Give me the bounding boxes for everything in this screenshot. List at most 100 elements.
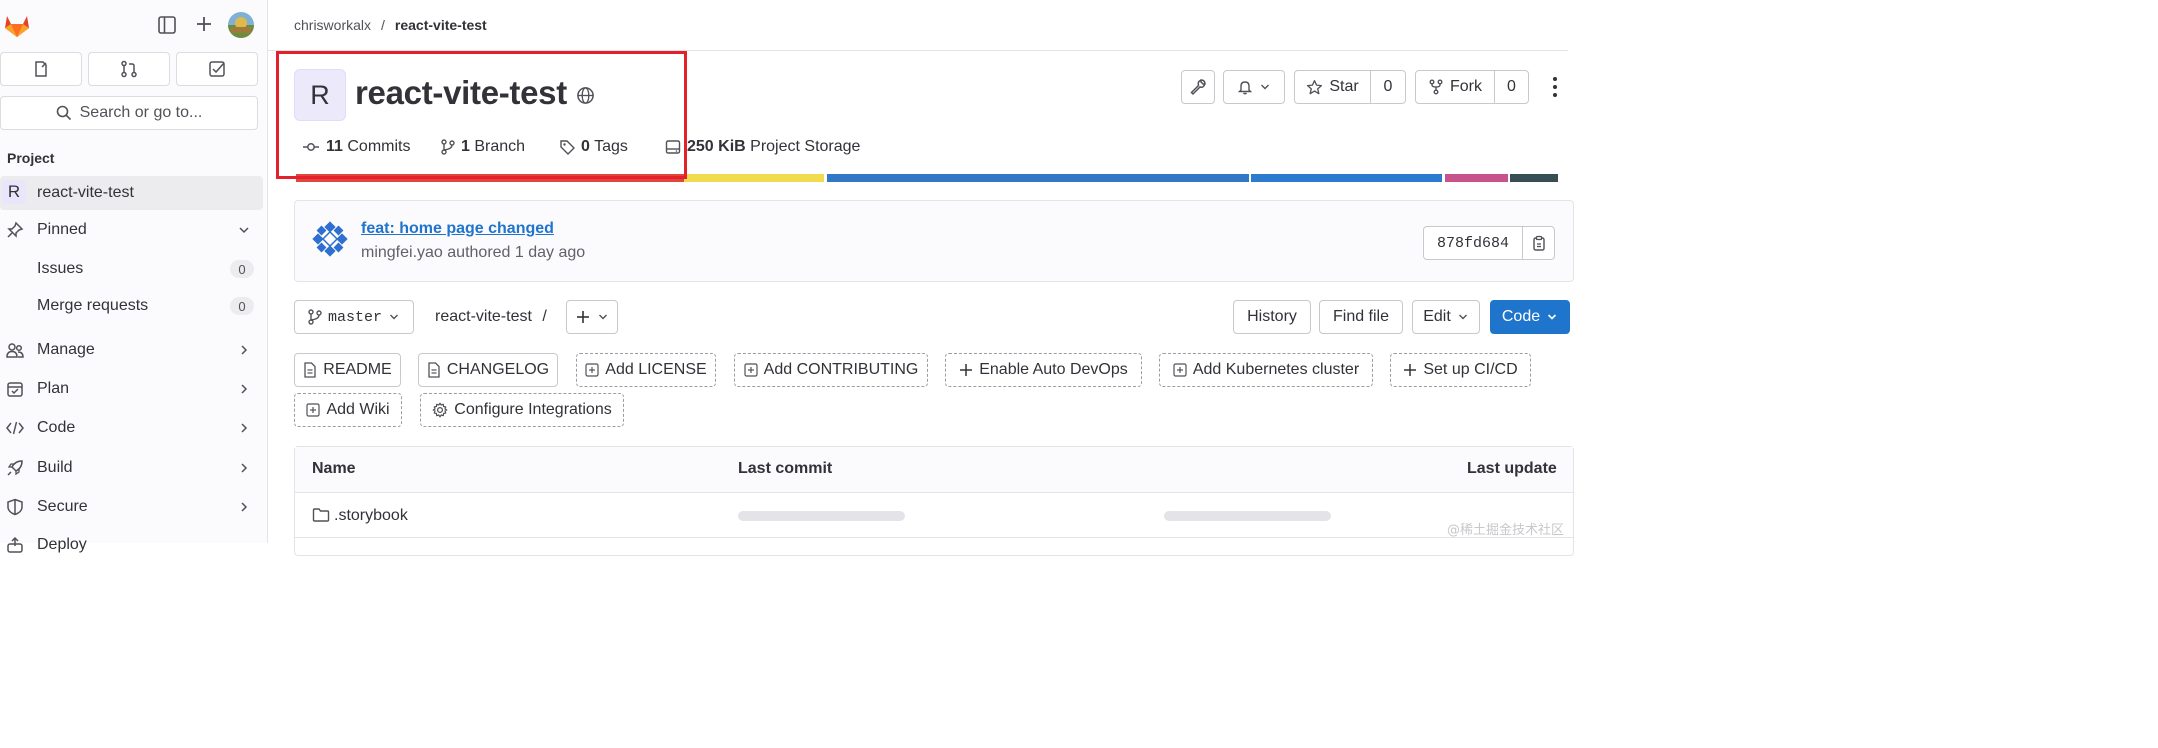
sidebar-section-project: Project: [7, 150, 55, 166]
fork-label: Fork: [1450, 78, 1482, 95]
plus-icon: [577, 311, 589, 323]
language-bar-segment[interactable]: [1510, 174, 1558, 182]
user-avatar[interactable]: [228, 12, 254, 38]
file-tree-table: Name Last commit Last update .storybook: [294, 446, 1574, 556]
add-license-label: Add LICENSE: [605, 361, 707, 378]
language-bar-segment[interactable]: [1251, 174, 1442, 182]
edit-dropdown-button[interactable]: Edit: [1412, 300, 1480, 334]
storage-stat-link[interactable]: 250 KiB Project Storage: [665, 138, 860, 156]
fork-count-button[interactable]: 0: [1495, 70, 1529, 104]
sidebar-item-label: Code: [37, 419, 76, 436]
breadcrumb-project-link[interactable]: react-vite-test: [395, 17, 487, 33]
repo-path-breadcrumb: react-vite-test /: [435, 308, 547, 326]
sidebar-item-issues[interactable]: Issues 0: [0, 252, 263, 286]
configure-integrations-button[interactable]: Configure Integrations: [420, 393, 624, 427]
commit-title-link[interactable]: feat: home page changed: [361, 220, 554, 238]
add-wiki-button[interactable]: Add Wiki: [294, 393, 402, 427]
sidebar-item-merge-requests[interactable]: Merge requests 0: [0, 289, 263, 323]
breadcrumb-namespace-link[interactable]: chrisworkalx: [294, 17, 371, 33]
plus-icon: [1404, 364, 1417, 376]
language-bar-segment[interactable]: [827, 174, 1249, 182]
chevron-right-icon: [241, 384, 248, 394]
column-header-last-update: Last update: [1467, 460, 1557, 477]
sidebar-item-code[interactable]: Code: [0, 411, 263, 445]
code-dropdown-button[interactable]: Code: [1490, 300, 1570, 334]
language-bar-segment[interactable]: [684, 174, 824, 182]
assigned-issues-button[interactable]: [0, 52, 82, 86]
sidebar-item-label: Plan: [37, 380, 70, 397]
create-new-icon[interactable]: [192, 12, 216, 36]
gitlab-logo-icon[interactable]: [2, 10, 32, 40]
commit-author-link[interactable]: mingfei.yao: [361, 244, 443, 261]
language-bar-segment[interactable]: [1445, 174, 1508, 182]
calendar-icon: [7, 382, 23, 397]
changelog-link-button[interactable]: CHANGELOG: [418, 353, 558, 387]
add-wiki-label: Add Wiki: [326, 401, 390, 418]
sidebar-item-build[interactable]: Build: [0, 451, 263, 485]
table-row[interactable]: .storybook: [295, 494, 1573, 538]
enable-auto-devops-button[interactable]: Enable Auto DevOps: [945, 353, 1142, 387]
fork-icon: [1429, 79, 1443, 95]
repo-path-separator: /: [542, 308, 547, 325]
copy-sha-button[interactable]: [1522, 226, 1555, 260]
branch-icon: [308, 309, 322, 325]
plus-square-icon: [744, 363, 758, 377]
branch-selector-dropdown[interactable]: master: [294, 300, 414, 334]
setup-ci-cd-label: Set up CI/CD: [1423, 361, 1518, 378]
notifications-dropdown-button[interactable]: [1223, 70, 1285, 104]
repo-path-root-link[interactable]: react-vite-test: [435, 308, 532, 325]
merge-requests-button[interactable]: [88, 52, 170, 86]
users-icon: [6, 343, 24, 358]
sidebar-item-project[interactable]: R react-vite-test: [0, 176, 263, 210]
fork-button[interactable]: Fork: [1415, 70, 1495, 104]
file-icon: [304, 362, 316, 378]
edit-label: Edit: [1423, 308, 1451, 325]
file-name-link[interactable]: .storybook: [334, 507, 408, 525]
deploy-icon: [7, 536, 23, 553]
setup-ci-cd-button[interactable]: Set up CI/CD: [1390, 353, 1531, 387]
add-to-tree-dropdown[interactable]: [566, 300, 618, 334]
bell-icon: [1237, 81, 1253, 95]
storage-label: Project Storage: [750, 138, 861, 155]
column-header-last-commit: Last commit: [738, 460, 833, 477]
history-button[interactable]: History: [1233, 300, 1311, 334]
sidebar-toggle-icon[interactable]: [156, 14, 178, 36]
commit-sha[interactable]: 878fd684: [1423, 226, 1523, 260]
sidebar-item-manage[interactable]: Manage: [0, 333, 263, 367]
commit-authored-text: authored 1 day ago: [447, 244, 586, 261]
add-kubernetes-cluster-label: Add Kubernetes cluster: [1192, 361, 1360, 378]
chevron-right-icon: [241, 423, 248, 433]
enable-auto-devops-label: Enable Auto DevOps: [979, 361, 1128, 378]
star-count: 0: [1383, 78, 1393, 95]
sidebar-item-label: Manage: [37, 341, 95, 358]
readme-link-button[interactable]: README: [294, 353, 401, 387]
issues-icon: [35, 61, 47, 77]
sidebar-item-deploy[interactable]: Deploy: [0, 528, 263, 562]
chevron-down-icon: [239, 227, 249, 234]
plus-icon: [960, 364, 973, 376]
add-contributing-button[interactable]: Add CONTRIBUTING: [734, 353, 928, 387]
sidebar-item-secure[interactable]: Secure: [0, 490, 263, 524]
sidebar-item-plan[interactable]: Plan: [0, 372, 263, 406]
todo-list-button[interactable]: [176, 52, 258, 86]
star-button[interactable]: Star: [1294, 70, 1371, 104]
star-icon: [1307, 79, 1323, 94]
add-kubernetes-cluster-button[interactable]: Add Kubernetes cluster: [1159, 353, 1373, 387]
settings-wrench-button[interactable]: [1181, 70, 1215, 104]
main-content: chrisworkalx / react-vite-test R react-v…: [268, 0, 1574, 556]
issues-count-badge: 0: [230, 260, 254, 278]
plus-square-icon: [1173, 363, 1187, 377]
commit-meta: mingfei.yao authored 1 day ago: [361, 244, 585, 262]
commit-author-avatar[interactable]: [312, 221, 348, 257]
sidebar-item-pinned[interactable]: Pinned: [0, 213, 263, 247]
find-file-button[interactable]: Find file: [1319, 300, 1403, 334]
top-bar: chrisworkalx / react-vite-test: [268, 0, 1568, 51]
star-count-button[interactable]: 0: [1371, 70, 1406, 104]
search-button[interactable]: Search or go to...: [0, 96, 258, 130]
more-actions-icon[interactable]: [1550, 76, 1560, 98]
watermark-text: @稀土掘金技术社区: [1446, 523, 1564, 538]
add-contributing-label: Add CONTRIBUTING: [763, 361, 919, 378]
storage-size: 250 KiB: [687, 138, 746, 155]
add-license-button[interactable]: Add LICENSE: [576, 353, 716, 387]
search-label: Search or go to...: [79, 104, 203, 121]
